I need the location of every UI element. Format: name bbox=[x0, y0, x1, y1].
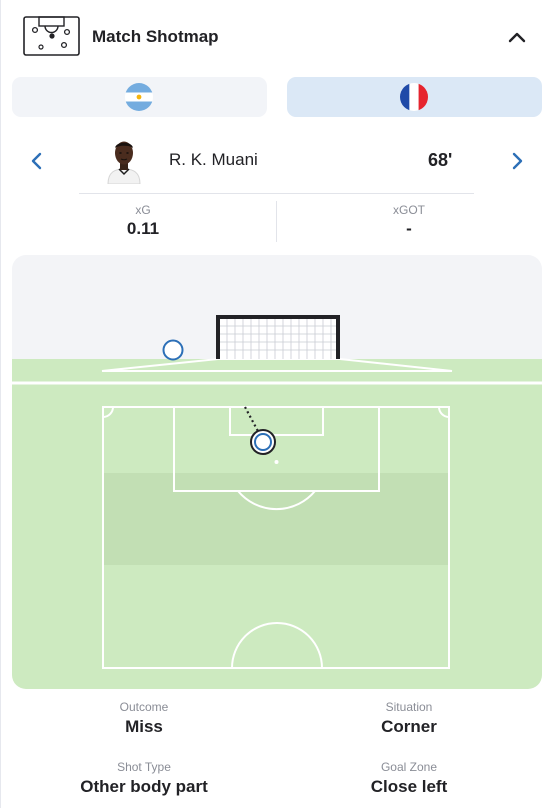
page-title: Match Shotmap bbox=[92, 27, 219, 46]
avatar bbox=[107, 141, 141, 184]
xg-label: xG bbox=[135, 203, 151, 217]
goal-zone-label: Goal Zone bbox=[380, 760, 438, 774]
argentina-flag-icon bbox=[125, 83, 153, 111]
shot-placement-marker bbox=[162, 339, 184, 361]
shot-minute: 68' bbox=[428, 150, 453, 170]
chevron-left-icon[interactable] bbox=[24, 148, 50, 174]
divider bbox=[79, 193, 474, 194]
situation-info: Situation Corner bbox=[309, 700, 509, 737]
team-toggle-france[interactable] bbox=[287, 77, 542, 117]
xgot-label: xGOT bbox=[393, 203, 425, 217]
shotmap-panel: Match Shotmap R. K. Muani 68' xG 0.11 xG… bbox=[0, 0, 546, 808]
shot-type-value: Other body part bbox=[80, 777, 208, 796]
outcome-info: Outcome Miss bbox=[44, 700, 244, 737]
player-name[interactable]: R. K. Muani bbox=[169, 150, 258, 170]
stat-divider bbox=[276, 201, 277, 242]
pitch-stripe bbox=[103, 473, 449, 565]
goal-zone-info: Goal Zone Close left bbox=[309, 760, 509, 797]
xgot-value: - bbox=[406, 219, 412, 238]
france-flag-icon bbox=[400, 83, 428, 111]
shotmap-header[interactable]: Match Shotmap bbox=[1, 0, 546, 72]
goal-net bbox=[216, 315, 340, 359]
situation-value: Corner bbox=[381, 717, 437, 736]
goal-zone-value: Close left bbox=[370, 777, 448, 796]
shot-type-label: Shot Type bbox=[117, 760, 171, 774]
xgot-stat: xGOT - bbox=[359, 203, 459, 239]
shotmap-icon bbox=[23, 16, 80, 56]
outcome-label: Outcome bbox=[119, 700, 169, 714]
shotmap-pitch bbox=[12, 255, 542, 689]
shot-position-marker[interactable] bbox=[250, 429, 276, 455]
outcome-value: Miss bbox=[125, 717, 163, 736]
chevron-up-icon[interactable] bbox=[501, 22, 533, 52]
shot-type-info: Shot Type Other body part bbox=[44, 760, 244, 797]
xg-value: 0.11 bbox=[126, 219, 160, 238]
situation-label: Situation bbox=[385, 700, 433, 714]
team-toggle-argentina[interactable] bbox=[12, 77, 267, 117]
chevron-right-icon[interactable] bbox=[504, 148, 530, 174]
xg-stat: xG 0.11 bbox=[93, 203, 193, 239]
penalty-spot bbox=[274, 460, 279, 464]
